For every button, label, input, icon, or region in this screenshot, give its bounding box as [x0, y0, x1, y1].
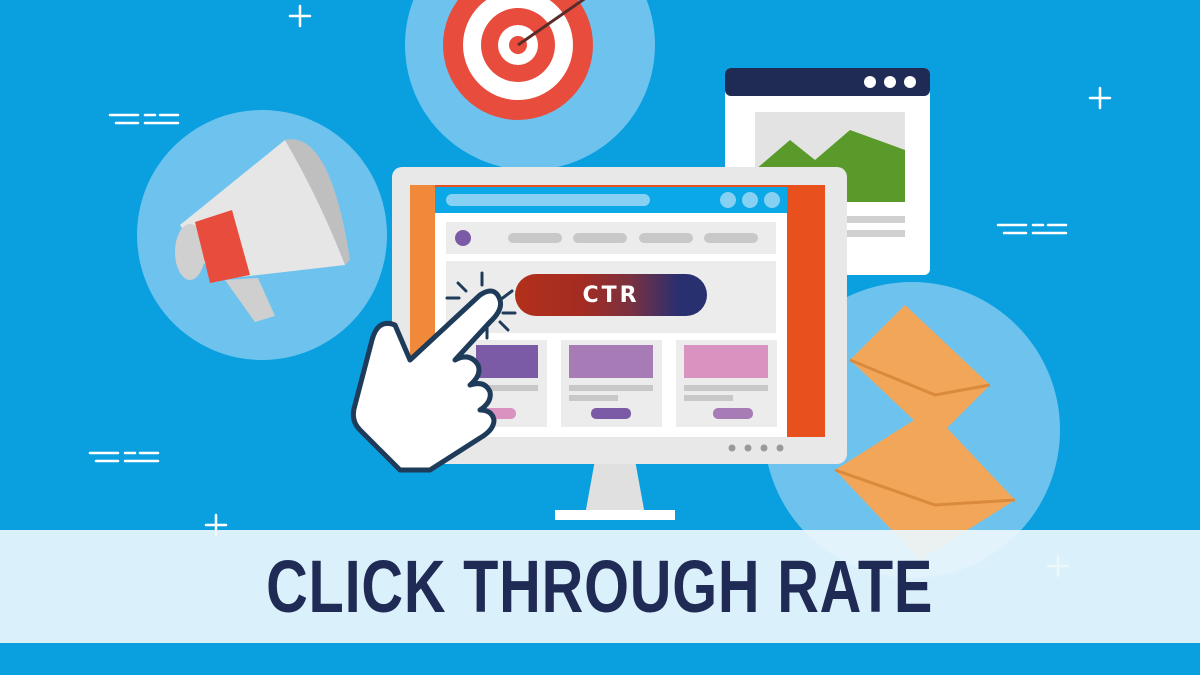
title-banner: CLICK THROUGH RATE: [0, 530, 1200, 643]
ctr-button: CTR: [515, 274, 707, 316]
product-cards: [446, 340, 777, 427]
page-title: CLICK THROUGH RATE: [266, 545, 934, 628]
ctr-label: CTR: [582, 282, 640, 308]
